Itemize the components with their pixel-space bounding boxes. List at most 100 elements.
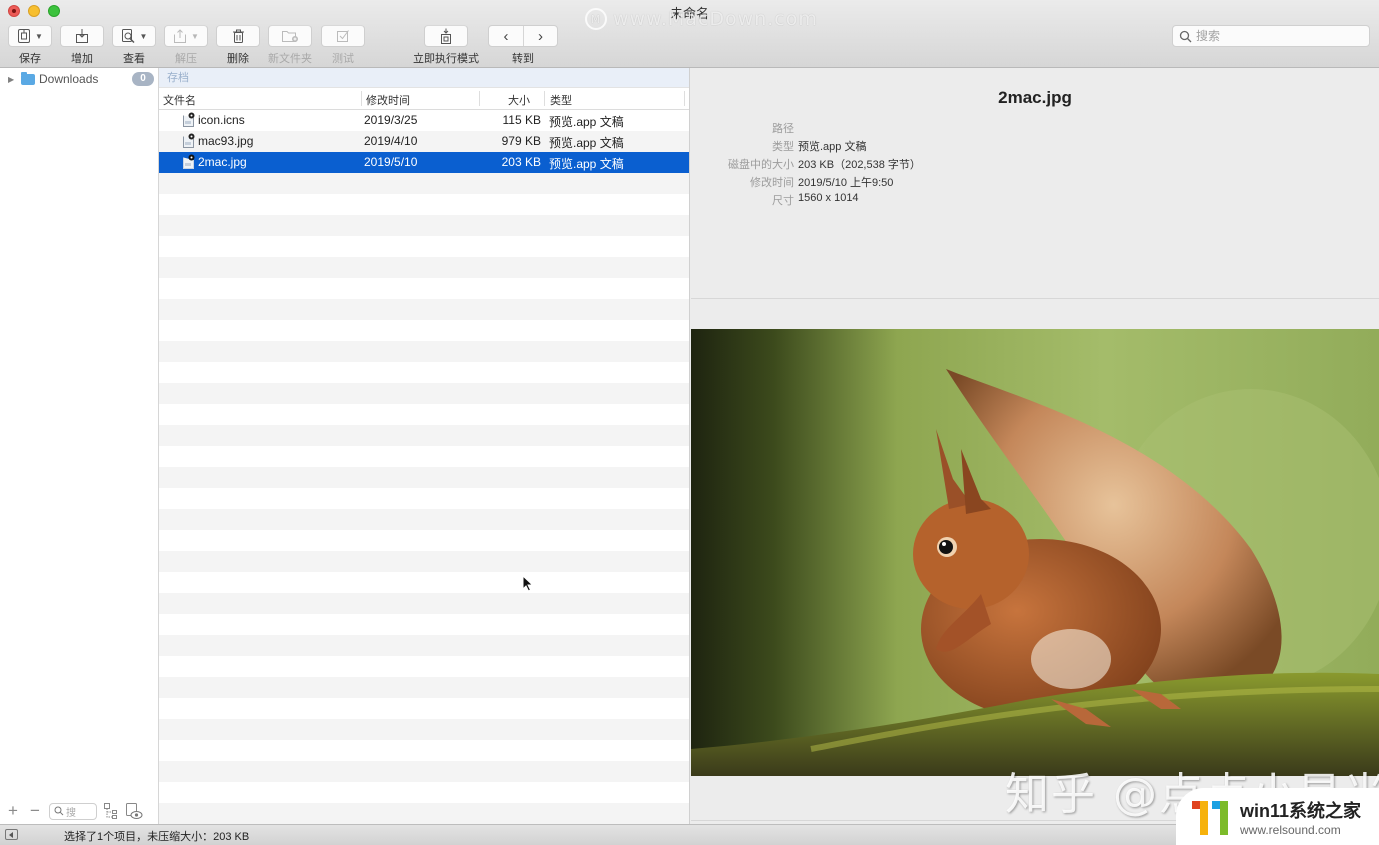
document-gear-icon (183, 154, 195, 169)
property-size: 磁盘中的大小 203 KB（202,538 字节） (691, 156, 1379, 174)
inspector-properties: 路径 类型 预览.app 文稿 磁盘中的大小 203 KB（202,538 字节） … (691, 120, 1379, 210)
document-gear-icon (183, 112, 195, 127)
count-badge: 0 (132, 72, 154, 86)
hierarchy-icon[interactable] (103, 802, 119, 820)
toolbar-item-save[interactable]: ▼ 保存 (8, 25, 52, 66)
toolbar-item-delete[interactable]: 删除 (216, 25, 260, 66)
save-label: 保存 (19, 53, 41, 65)
empty-row (159, 803, 689, 824)
empty-row (159, 530, 689, 551)
file-modified: 2019/5/10 (364, 155, 418, 169)
remove-button[interactable]: − (27, 801, 43, 821)
property-path: 路径 (691, 120, 1379, 138)
property-value: 203 KB（202,538 字节） (798, 159, 921, 171)
toolbar-item-add[interactable]: 增加 (60, 25, 104, 66)
status-text: 选择了1个项目，未压缩大小：203 KB (64, 831, 250, 843)
inspector-title: 2mac.jpg (998, 88, 1072, 107)
chevron-down-icon: ▼ (139, 31, 148, 41)
column-separator[interactable] (361, 91, 362, 106)
win11-site-url: www.relsound.com (1240, 822, 1341, 837)
column-header-name[interactable]: 文件名 (163, 92, 196, 108)
column-separator[interactable] (479, 91, 480, 106)
property-key: 磁盘中的大小 (728, 159, 794, 171)
instant-mode-icon (441, 28, 451, 44)
new-folder-label: 新文件夹 (268, 53, 312, 65)
macdown-watermark: M www.MacDown.com (585, 8, 818, 30)
sidebar-item-label: Downloads (39, 72, 99, 86)
column-header-modified[interactable]: 修改时间 (366, 92, 410, 108)
table-row[interactable]: mac93.jpg 2019/4/10 979 KB 预览.app 文稿 (159, 131, 689, 152)
macdown-watermark-text: www.MacDown.com (613, 8, 818, 30)
column-separator[interactable] (684, 91, 685, 106)
toolbar-item-test[interactable]: 测试 (321, 25, 365, 66)
file-size: 115 KB (502, 113, 541, 127)
chevron-left-icon[interactable]: ‹ (489, 26, 523, 46)
extract-button[interactable]: ▼ (164, 25, 208, 47)
toolbar-item-instant-mode[interactable]: 立即执行模式 (413, 25, 479, 66)
new-folder-button[interactable] (268, 25, 312, 47)
sidebar-search-field[interactable]: 搜 (49, 802, 97, 820)
file-name: icon.icns (198, 113, 245, 127)
status-bar: 选择了1个项目，未压缩大小：203 KB (0, 824, 1379, 845)
extract-icon (174, 29, 187, 43)
save-button[interactable]: ▼ (8, 25, 52, 47)
empty-row (159, 719, 689, 740)
view-button[interactable]: ▼ (112, 25, 156, 47)
add-button[interactable]: + (5, 801, 21, 821)
test-button[interactable] (321, 25, 365, 47)
toolbar-item-new-folder[interactable]: 新文件夹 (268, 25, 312, 66)
sidebar-search-placeholder: 搜 (66, 807, 76, 819)
empty-row (159, 488, 689, 509)
table-row[interactable]: icon.icns 2019/3/25 115 KB 预览.app 文稿 (159, 110, 689, 131)
file-kind: 预览.app 文稿 (549, 136, 624, 150)
test-label: 测试 (332, 53, 354, 65)
empty-row (159, 467, 689, 488)
column-separator[interactable] (544, 91, 545, 106)
column-header-kind[interactable]: 类型 (550, 92, 572, 108)
sidebar-toggle-icon[interactable] (5, 829, 18, 840)
divider (691, 298, 1379, 299)
delete-button[interactable] (216, 25, 260, 47)
toolbar-item-view[interactable]: ▼ 查看 (112, 25, 156, 66)
sidebar-item-downloads[interactable]: ▶ Downloads 0 (0, 70, 158, 88)
empty-row (159, 551, 689, 572)
file-modified: 2019/3/25 (364, 113, 418, 127)
add-label: 增加 (71, 53, 93, 65)
empty-row (159, 698, 689, 719)
property-key: 修改时间 (750, 177, 794, 189)
preview-eye-icon[interactable] (125, 802, 143, 820)
instant-mode-button[interactable] (424, 25, 468, 47)
empty-row (159, 299, 689, 320)
search-input[interactable] (1196, 29, 1356, 43)
search-field[interactable] (1172, 25, 1370, 47)
instant-mode-label: 立即执行模式 (413, 53, 479, 65)
toolbar-item-extract[interactable]: ▼ 解压 (164, 25, 208, 66)
empty-row (159, 194, 689, 215)
inspector-panel: 2mac.jpg 路径 类型 预览.app 文稿 磁盘中的大小 203 KB（202… (691, 68, 1379, 824)
table-row-selected[interactable]: 2mac.jpg 2019/5/10 203 KB 预览.app 文稿 (159, 152, 689, 173)
quicklook-icon (121, 29, 135, 44)
property-key: 尺寸 (772, 195, 794, 207)
empty-row (159, 635, 689, 656)
toolbar: 未命名 M www.MacDown.com ▼ 保存 增加 ▼ 查看 ▼ 解压 (0, 0, 1379, 68)
empty-row (159, 572, 689, 593)
file-name: 2mac.jpg (198, 155, 247, 169)
image-preview (691, 329, 1379, 776)
add-button[interactable] (60, 25, 104, 47)
empty-row (159, 614, 689, 635)
archive-path-bar[interactable]: 存档 (159, 68, 689, 88)
file-list: 存档 文件名 修改时间 大小 类型 icon.icns 2019/3/25 11… (159, 68, 690, 824)
win11-watermark: win11系统之家 www.relsound.com (1176, 788, 1379, 845)
empty-row (159, 404, 689, 425)
file-size: 979 KB (501, 134, 541, 148)
empty-row (159, 656, 689, 677)
empty-row-stripes (159, 173, 689, 824)
new-folder-icon (282, 31, 298, 42)
disclosure-triangle-icon[interactable]: ▶ (8, 75, 16, 84)
column-header-size[interactable]: 大小 (508, 92, 530, 108)
file-modified: 2019/4/10 (364, 134, 418, 148)
empty-row (159, 383, 689, 404)
property-kind: 类型 预览.app 文稿 (691, 138, 1379, 156)
chevron-right-icon[interactable]: › (523, 26, 557, 46)
empty-row (159, 173, 689, 194)
